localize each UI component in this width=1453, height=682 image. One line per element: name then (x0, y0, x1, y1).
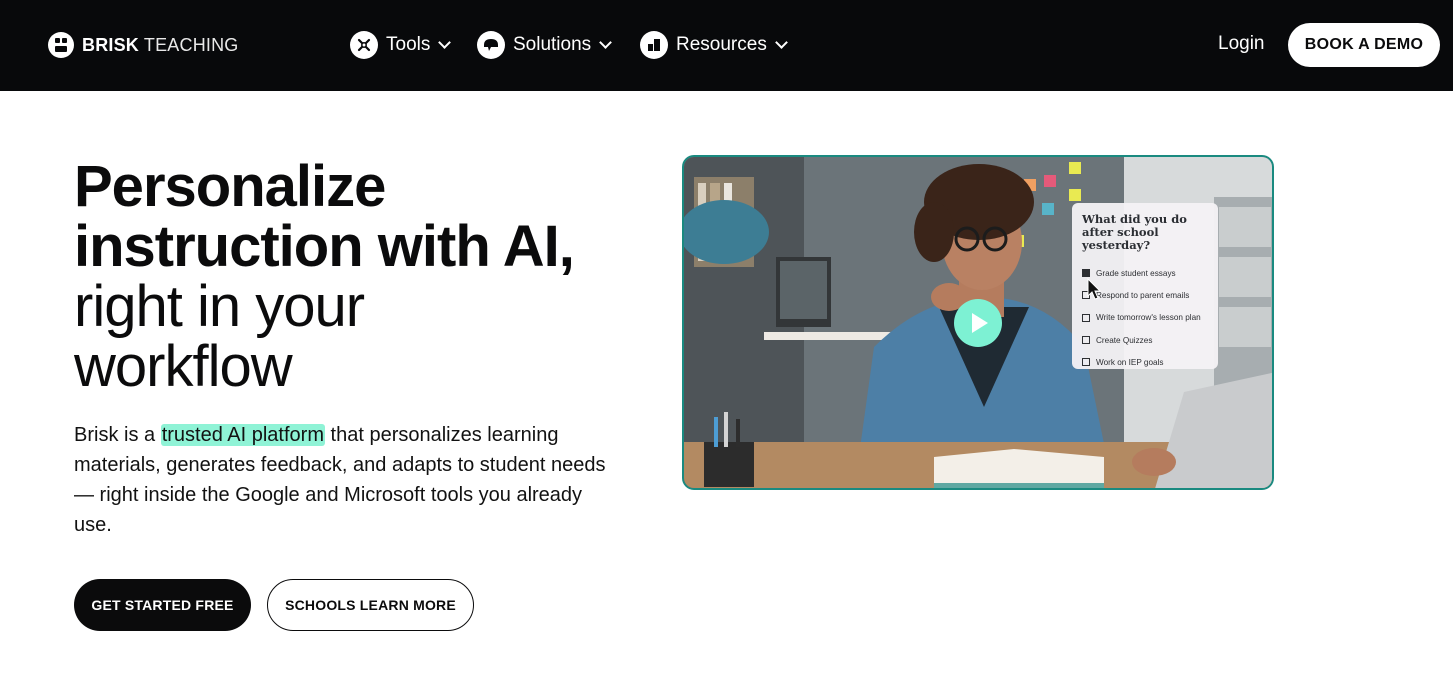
get-started-button[interactable]: GET STARTED FREE (74, 579, 251, 631)
nav-menu-resources[interactable]: Resources (640, 29, 788, 61)
nav-menu-label: Tools (386, 34, 431, 55)
nav-menu-tools[interactable]: Tools (350, 29, 452, 61)
task-item: Work on IEP goals (1082, 351, 1208, 373)
checkbox-icon (1082, 336, 1090, 345)
hero-description: Brisk is a trusted AI platform that pers… (74, 420, 619, 540)
mouse-cursor-icon (1087, 278, 1101, 300)
checkbox-checked-icon (1082, 269, 1090, 278)
task-label: Create Quizzes (1096, 335, 1153, 345)
schools-learn-more-button[interactable]: SCHOOLS LEARN MORE (267, 579, 474, 631)
top-nav: BRISK TEACHING Tools Solutions Resources… (0, 0, 1453, 91)
resources-icon (640, 31, 668, 59)
chevron-down-icon (599, 36, 613, 49)
checkbox-icon (1082, 313, 1090, 322)
note-title: What did you do after school yesterday? (1082, 212, 1187, 252)
task-item: Write tomorrow's lesson plan (1082, 307, 1208, 329)
headline-line: Personalize (74, 154, 386, 219)
book-demo-button[interactable]: BOOK A DEMO (1288, 23, 1440, 67)
task-label: Work on IEP goals (1096, 357, 1164, 367)
headline-line: workflow (74, 334, 293, 399)
brisk-logo-icon (48, 32, 74, 58)
hero-headline: Personalize instruction with AI, right i… (74, 157, 634, 397)
play-icon[interactable] (954, 299, 1002, 347)
brand-logo[interactable]: BRISK TEACHING (48, 32, 239, 58)
login-link[interactable]: Login (1218, 33, 1265, 55)
chevron-down-icon (438, 36, 452, 49)
headline-line: right in your (74, 274, 365, 339)
nav-menu-label: Solutions (513, 34, 592, 55)
tools-icon (350, 31, 378, 59)
headline-line: instruction with AI, (74, 214, 575, 279)
task-label: Respond to parent emails (1096, 290, 1190, 300)
task-label: Write tomorrow's lesson plan (1096, 313, 1201, 323)
chevron-down-icon (774, 36, 788, 49)
task-item: Create Quizzes (1082, 329, 1208, 351)
checkbox-icon (1082, 358, 1090, 367)
solutions-icon (477, 31, 505, 59)
desc-highlight: trusted AI platform (160, 424, 325, 446)
desc-text: Brisk is a (74, 424, 161, 446)
hero-video[interactable]: What did you do after school yesterday? … (682, 155, 1274, 490)
nav-menu-label: Resources (676, 34, 767, 55)
task-label: Grade student essays (1096, 268, 1176, 278)
brand-name: BRISK TEACHING (82, 34, 239, 55)
nav-menu-solutions[interactable]: Solutions (477, 29, 613, 61)
